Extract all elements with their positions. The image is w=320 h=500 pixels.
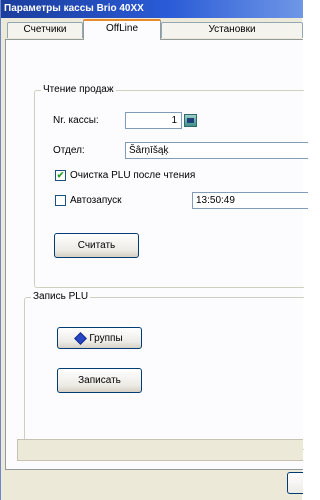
department-field[interactable]: Šârņīšąķ — [125, 142, 308, 159]
bottom-button[interactable] — [287, 472, 303, 494]
status-panel — [17, 439, 303, 461]
dialog-window: Параметры кассы Brio 40XX Счетчики OffLi… — [0, 0, 308, 500]
register-number-field[interactable]: 1 — [125, 112, 182, 129]
read-sales-group-title: Чтение продаж — [41, 84, 116, 96]
tab-settings[interactable]: Установки — [161, 22, 303, 38]
tab-page-offline: Чтение продаж Nr. кассы: 1 Отдел: Šârņīš… — [5, 39, 308, 470]
groups-button[interactable]: Группы — [57, 327, 142, 349]
clear-plu-label: Очистка PLU после чтения — [70, 170, 196, 181]
register-spin-icon[interactable] — [184, 114, 197, 127]
groups-button-label: Группы — [89, 332, 123, 344]
tab-counters[interactable]: Счетчики — [7, 22, 83, 38]
register-number-label: Nr. кассы: — [53, 115, 99, 126]
tab-offline[interactable]: OffLine — [83, 19, 161, 40]
autostart-label: Автозапуск — [70, 195, 122, 206]
write-button-label: Записать — [78, 375, 121, 386]
read-button-label: Считать — [77, 240, 116, 251]
autostart-time-field[interactable]: 13:50:49 — [192, 192, 308, 209]
department-label: Отдел: — [53, 145, 85, 156]
write-button[interactable]: Записать — [57, 368, 142, 393]
window-title: Параметры кассы Brio 40XX — [1, 0, 303, 18]
clear-plu-checkbox[interactable]: ✔ — [55, 170, 66, 181]
tab-strip: Счетчики OffLine Установки — [1, 19, 303, 40]
autostart-checkbox[interactable] — [55, 195, 66, 206]
write-plu-group-title: Запись PLU — [31, 291, 91, 303]
diamond-icon — [74, 331, 88, 345]
read-button[interactable]: Считать — [54, 233, 139, 258]
